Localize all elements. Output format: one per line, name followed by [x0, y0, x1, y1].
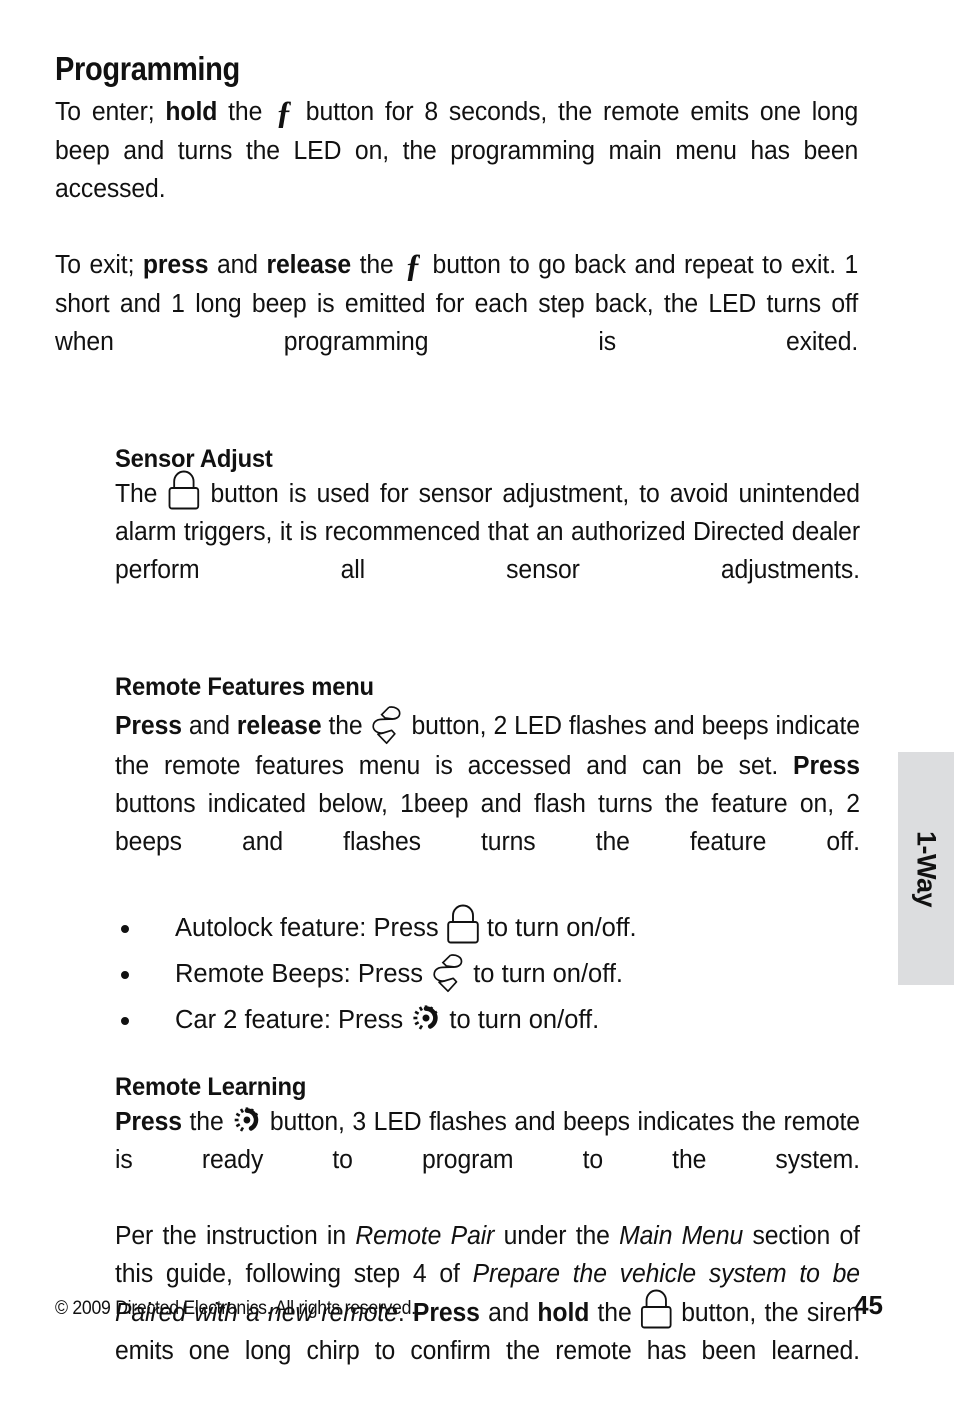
rf-text-d: buttons indicated below, 1beep and flash… — [115, 790, 860, 857]
intro-paragraph-1: To enter; hold the ƒ button for 8 second… — [55, 93, 858, 246]
manual-page: Programming To enter; hold the ƒ button … — [0, 0, 954, 1365]
intro-text-b: the — [217, 97, 274, 126]
bullet-label: Remote Beeps: Press — [175, 960, 424, 989]
rl2-text-a: Per the instruction in — [115, 1221, 356, 1250]
panic-siren-icon — [231, 1104, 262, 1136]
section-remote-features: Remote Features menu Press and release t… — [115, 673, 883, 1043]
rl2-italic-remote-pair: Remote Pair — [355, 1221, 495, 1250]
copyright-notice: © 2009 Directed Electronics. All rights … — [55, 1298, 416, 1319]
page-footer: © 2009 Directed Electronics. All rights … — [55, 1290, 883, 1321]
rf-text-b: the — [321, 712, 370, 741]
rf-release-emphasis: release — [236, 712, 322, 741]
exit-release-emphasis: release — [266, 250, 352, 279]
bullet-suffix: to turn on/off. — [486, 914, 637, 943]
rl-text-a: the — [181, 1107, 232, 1136]
trunk-release-icon — [430, 951, 466, 995]
rf-press2-emphasis: Press — [793, 752, 860, 781]
remote-features-bullet-list: Autolock feature: Press to turn on/off. … — [115, 904, 883, 1043]
trunk-release-icon — [370, 703, 405, 747]
rl2-italic-main-menu: Main Menu — [619, 1221, 744, 1250]
sensor-text-b: button is used for sensor adjustment, to… — [115, 480, 860, 585]
lock-icon — [167, 470, 200, 510]
section-sensor-adjust: Sensor Adjust The button is used for sen… — [115, 445, 883, 628]
bullet-dot-icon — [121, 925, 129, 934]
sensor-adjust-heading: Sensor Adjust — [115, 444, 273, 473]
f-button-icon: ƒ — [276, 94, 292, 131]
section-remote-learning: Remote Learning Press the button, 3 LED … — [115, 1073, 883, 1408]
remote-learning-paragraph-1: Press the button, 3 LED flashes and beep… — [115, 1103, 860, 1217]
rf-press-emphasis: Press — [115, 712, 182, 741]
remote-features-paragraph: Press and release the button, 2 LED flas… — [115, 703, 860, 899]
bullet-suffix: to turn on/off. — [449, 1006, 600, 1035]
exit-text-a: To exit; — [55, 250, 143, 279]
list-item: Autolock feature: Press to turn on/off. — [115, 904, 883, 951]
sensor-adjust-paragraph: The button is used for sensor adjustment… — [115, 470, 860, 627]
rl-press-emphasis: Press — [115, 1107, 182, 1136]
bullet-dot-icon — [121, 1017, 129, 1026]
bullet-suffix: to turn on/off. — [473, 960, 624, 989]
lock-icon — [446, 904, 480, 944]
f-button-icon: ƒ — [405, 247, 422, 284]
rl2-text-b: under the — [494, 1221, 620, 1250]
side-thumb-tab: 1-Way — [898, 752, 954, 985]
exit-press-emphasis: press — [142, 250, 209, 279]
bullet-dot-icon — [121, 971, 129, 980]
bullet-label: Car 2 feature: Press — [175, 1006, 404, 1035]
exit-text-c: the — [351, 250, 403, 279]
remote-learning-heading: Remote Learning — [115, 1073, 307, 1102]
sensor-text-a: The — [115, 480, 168, 509]
page-title: Programming — [55, 50, 240, 87]
list-item: Car 2 feature: Press to turn on/off. — [115, 997, 883, 1043]
intro-text-a: To enter; — [55, 97, 166, 126]
remote-features-heading: Remote Features menu — [115, 673, 374, 702]
page-number: 45 — [854, 1290, 883, 1320]
exit-text-b: and — [208, 250, 267, 279]
bullet-label: Autolock feature: Press — [175, 914, 439, 943]
rf-text-a: and — [181, 712, 237, 741]
page-content: Programming To enter; hold the ƒ button … — [55, 50, 883, 1408]
intro-paragraph-2: To exit; press and release the ƒ button … — [55, 246, 858, 399]
panic-siren-icon — [410, 1002, 442, 1034]
list-item: Remote Beeps: Press to turn on/off. — [115, 951, 883, 997]
intro-hold-emphasis: hold — [165, 97, 218, 126]
side-tab-label: 1-Way — [911, 830, 942, 907]
